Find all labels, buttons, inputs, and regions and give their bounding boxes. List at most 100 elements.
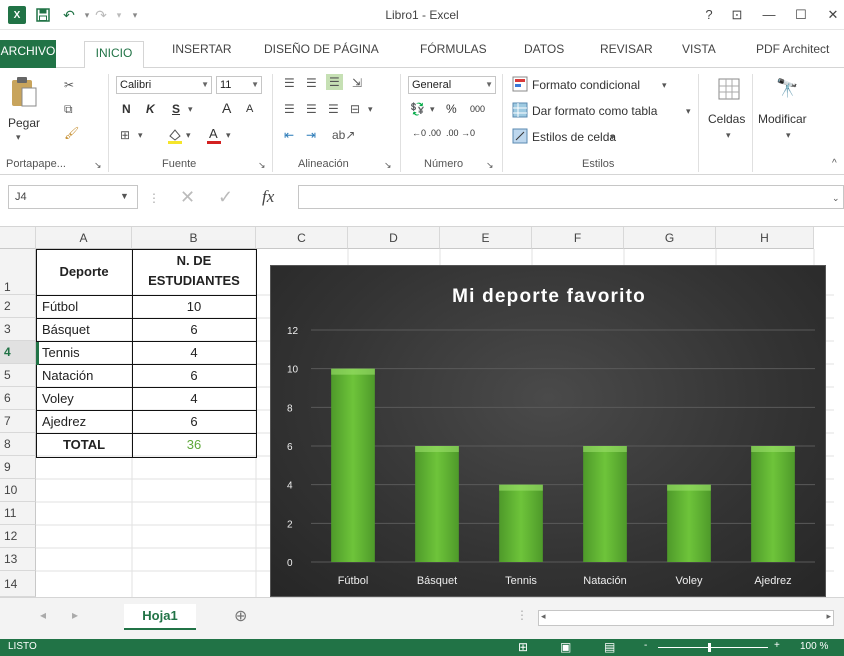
borders-icon[interactable]: ⊞ (120, 128, 130, 142)
wrap-text-icon[interactable]: ⇲ (352, 76, 362, 90)
prev-sheet-icon[interactable]: ◂ (40, 608, 46, 622)
align-middle-icon[interactable]: ☰ (306, 76, 317, 90)
cut-icon[interactable]: ✂ (64, 78, 74, 92)
insert-function-button[interactable]: fx (262, 187, 274, 207)
tab-revisar[interactable]: REVISAR (600, 42, 653, 56)
italic-button[interactable]: K (146, 102, 155, 116)
font-color-icon[interactable]: A (206, 126, 222, 147)
font-launcher-icon[interactable]: ↘ (258, 160, 266, 171)
percent-button[interactable]: % (446, 102, 457, 116)
align-bottom-icon[interactable]: ☰ (326, 74, 343, 90)
ribbon-display-button[interactable]: ⊡ (726, 5, 748, 25)
minimize-button[interactable]: — (758, 5, 780, 25)
formula-input[interactable] (298, 185, 844, 209)
name-box-dropdown-icon[interactable]: ▼ (120, 191, 129, 201)
align-left-icon[interactable]: ☰ (284, 102, 295, 116)
increase-decimal-button[interactable]: ←0 .00 (412, 128, 441, 138)
row-header-1[interactable]: 1 (0, 249, 36, 295)
number-launcher-icon[interactable]: ↘ (486, 160, 494, 171)
zoom-in-button[interactable]: + (774, 640, 780, 651)
decrease-decimal-button[interactable]: .00 →0 (446, 128, 475, 138)
align-top-icon[interactable]: ☰ (284, 76, 295, 90)
page-break-icon[interactable]: ▤ (604, 640, 615, 654)
copy-icon[interactable]: ⧉ (64, 102, 73, 117)
column-header-a[interactable]: A (36, 227, 132, 249)
zoom-slider[interactable] (658, 647, 768, 648)
help-button[interactable]: ? (698, 5, 720, 25)
format-table-button[interactable]: Dar formato como tabla (532, 104, 657, 118)
alignment-launcher-icon[interactable]: ↘ (384, 160, 392, 171)
underline-dropdown-icon[interactable]: ▾ (188, 104, 193, 115)
format-table-icon[interactable] (512, 102, 528, 121)
modify-dropdown-icon[interactable]: ▾ (786, 130, 791, 141)
modify-button[interactable]: Modificar (758, 112, 807, 126)
tab-insertar[interactable]: INSERTAR (172, 42, 232, 56)
chart-area[interactable]: Mi deporte favorito 0 2 4 6 8 10 12 Fútbol Básque… (270, 265, 826, 597)
cancel-icon[interactable]: ✕ (180, 187, 195, 208)
close-button[interactable]: ✕ (822, 5, 844, 25)
zoom-level[interactable]: 100 % (800, 641, 828, 652)
column-header-f[interactable]: F (532, 227, 624, 249)
fill-color-dropdown-icon[interactable]: ▾ (186, 130, 191, 141)
row-header-11[interactable]: 11 (0, 502, 36, 525)
conditional-format-icon[interactable] (512, 76, 528, 95)
column-header-b[interactable]: B (132, 227, 256, 249)
number-format-combo[interactable]: General ▼ (408, 76, 496, 94)
row-header-12[interactable]: 12 (0, 525, 36, 548)
sheet-tab-hoja1[interactable]: Hoja1 (124, 604, 196, 630)
row-header-9[interactable]: 9 (0, 456, 36, 479)
merge-center-icon[interactable]: ⊟ (350, 102, 360, 116)
tab-diseno-pagina[interactable]: DISEÑO DE PÁGINA (264, 42, 379, 56)
thousands-button[interactable]: 000 (470, 104, 485, 114)
column-header-g[interactable]: G (624, 227, 716, 249)
shrink-font-button[interactable]: A (246, 103, 253, 115)
paste-icon[interactable] (10, 76, 38, 113)
scroll-right-icon[interactable]: ▸ (826, 611, 831, 622)
enter-icon[interactable]: ✓ (218, 187, 233, 208)
fill-color-icon[interactable] (166, 126, 184, 147)
font-color-dropdown-icon[interactable]: ▾ (226, 130, 231, 141)
accounting-format-icon[interactable]: 💱 (410, 102, 425, 116)
next-sheet-icon[interactable]: ▸ (72, 608, 78, 622)
paste-label[interactable]: Pegar (8, 116, 40, 130)
column-header-d[interactable]: D (348, 227, 440, 249)
align-right-icon[interactable]: ☰ (328, 102, 339, 116)
conditional-format-button[interactable]: Formato condicional (532, 78, 640, 92)
row-header-3[interactable]: 3 (0, 318, 36, 341)
zoom-slider-thumb[interactable] (708, 643, 711, 652)
select-all-corner[interactable] (0, 227, 36, 249)
tab-inicio[interactable]: INICIO (84, 41, 144, 69)
format-table-dropdown-icon[interactable]: ▾ (686, 106, 691, 117)
underline-button[interactable]: S (172, 102, 180, 116)
horizontal-scrollbar[interactable]: ◂ ▸ (538, 610, 834, 626)
tab-pdf-architect[interactable]: PDF Architect (756, 42, 829, 56)
merge-dropdown-icon[interactable]: ▾ (368, 104, 373, 115)
tab-formulas[interactable]: FÓRMULAS (420, 42, 487, 56)
split-handle-icon[interactable]: ⋮ (516, 608, 528, 622)
accounting-dropdown-icon[interactable]: ▾ (430, 104, 435, 115)
grow-font-button[interactable]: A (222, 100, 231, 116)
bold-button[interactable]: N (122, 102, 131, 116)
add-sheet-icon[interactable]: ⊕ (234, 606, 247, 626)
font-name-combo[interactable]: Calibri ▼ (116, 76, 212, 94)
cells-dropdown-icon[interactable]: ▾ (726, 130, 731, 141)
conditional-dropdown-icon[interactable]: ▾ (662, 80, 667, 91)
row-header-13[interactable]: 13 (0, 548, 36, 571)
row-header-2[interactable]: 2 (0, 295, 36, 318)
cell-styles-button[interactable]: Estilos de celda (532, 130, 616, 144)
borders-dropdown-icon[interactable]: ▾ (138, 130, 143, 141)
clipboard-launcher-icon[interactable]: ↘ (94, 160, 102, 171)
font-size-combo[interactable]: 11 ▼ (216, 76, 262, 94)
drag-handle-icon[interactable]: ⋮ (148, 191, 160, 205)
find-select-icon[interactable]: 🔭 (776, 78, 798, 99)
row-header-4[interactable]: 4 (0, 341, 36, 364)
align-center-icon[interactable]: ☰ (306, 102, 317, 116)
cells-button[interactable]: Celdas (708, 112, 745, 126)
column-header-h[interactable]: H (716, 227, 814, 249)
row-header-6[interactable]: 6 (0, 387, 36, 410)
format-painter-icon[interactable]: 🖌 (64, 126, 79, 140)
row-header-10[interactable]: 10 (0, 479, 36, 502)
row-header-7[interactable]: 7 (0, 410, 36, 433)
tab-datos[interactable]: DATOS (524, 42, 564, 56)
paste-dropdown-icon[interactable]: ▾ (16, 132, 21, 143)
